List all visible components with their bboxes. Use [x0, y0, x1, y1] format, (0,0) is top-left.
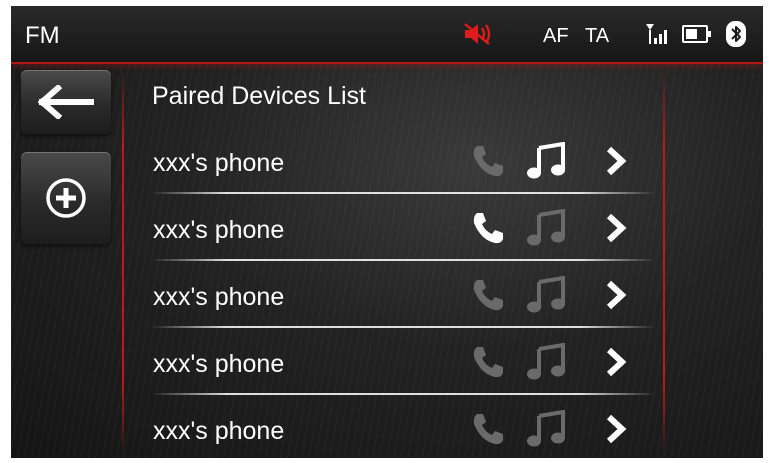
device-row[interactable]: xxx's phone — [141, 197, 671, 261]
device-name: xxx's phone — [153, 350, 285, 378]
phone-icon[interactable] — [471, 412, 505, 446]
phone-icon[interactable] — [471, 345, 505, 379]
arrow-left-icon — [38, 85, 94, 119]
bluetooth-icon — [726, 21, 746, 47]
device-row[interactable]: xxx's phone — [141, 130, 671, 194]
chevron-right-icon[interactable] — [605, 414, 627, 444]
device-name: xxx's phone — [153, 216, 285, 244]
device-name: xxx's phone — [153, 149, 285, 177]
back-button[interactable] — [21, 70, 111, 134]
row-divider — [151, 326, 656, 328]
head-unit-screen: FM AF TA Paired Devices List xxx's phone… — [11, 6, 763, 458]
device-row[interactable]: xxx's phone — [141, 331, 671, 395]
page-title: Paired Devices List — [152, 82, 366, 110]
battery-icon — [682, 25, 711, 43]
phone-icon[interactable] — [471, 144, 505, 178]
row-divider — [151, 393, 656, 395]
device-row[interactable]: xxx's phone — [141, 264, 671, 328]
phone-icon[interactable] — [471, 278, 505, 312]
music-note-icon[interactable] — [526, 142, 566, 180]
chevron-right-icon[interactable] — [605, 280, 627, 310]
plus-circle-icon — [46, 178, 86, 218]
list-left-accent — [122, 68, 124, 458]
row-divider — [151, 259, 656, 261]
chevron-right-icon[interactable] — [605, 347, 627, 377]
phone-icon[interactable] — [471, 211, 505, 245]
music-note-icon[interactable] — [526, 343, 566, 381]
music-note-icon[interactable] — [526, 410, 566, 448]
device-name: xxx's phone — [153, 283, 285, 311]
device-row[interactable]: xxx's phone — [141, 398, 671, 458]
source-label[interactable]: FM — [25, 22, 60, 50]
add-device-button[interactable] — [21, 152, 111, 244]
speaker-muted-icon[interactable] — [463, 22, 497, 46]
signal-strength-icon — [646, 24, 667, 44]
device-name: xxx's phone — [153, 417, 285, 445]
af-label: AF — [543, 25, 569, 47]
ta-label: TA — [585, 25, 610, 47]
music-note-icon[interactable] — [526, 276, 566, 314]
music-note-icon[interactable] — [526, 209, 566, 247]
row-divider — [151, 192, 656, 194]
chevron-right-icon[interactable] — [605, 146, 627, 176]
status-bar: FM AF TA — [11, 6, 763, 64]
chevron-right-icon[interactable] — [605, 213, 627, 243]
